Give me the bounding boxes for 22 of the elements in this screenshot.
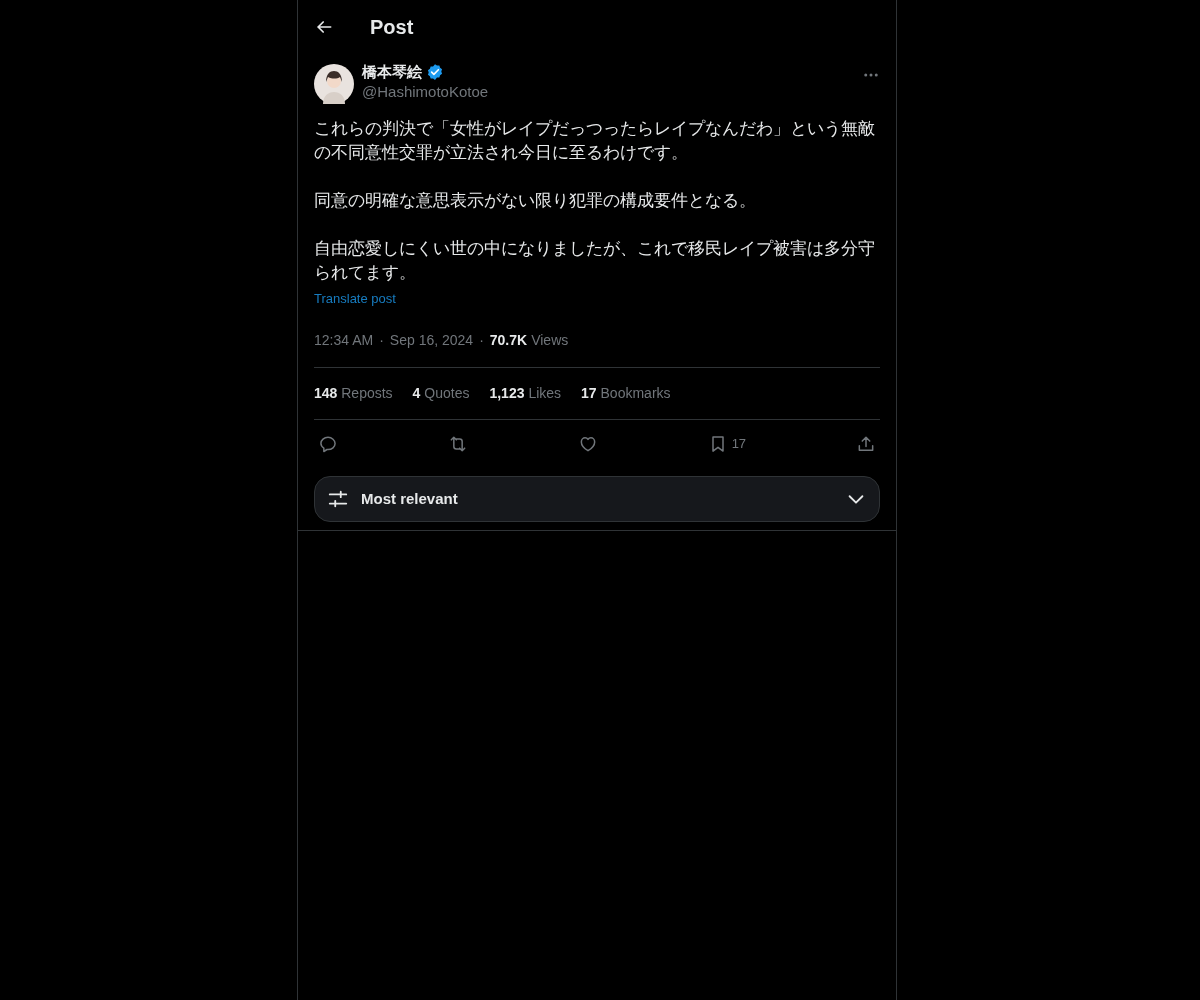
sort-dropdown[interactable]: Most relevant xyxy=(314,476,880,522)
avatar xyxy=(314,64,354,104)
engagement-stat[interactable]: 148 Reposts xyxy=(314,383,393,404)
post-time[interactable]: 12:34 AM xyxy=(314,330,374,351)
translate-link[interactable]: Translate post xyxy=(314,291,396,306)
views-count: 70.7K xyxy=(489,331,528,350)
post-text: 自由恋愛しにくい世の中になりましたが、これで移民レイプ被害は多分守られてます。 xyxy=(314,238,876,283)
speech-bubble-icon[interactable] xyxy=(318,434,338,454)
author-handle[interactable]: @HashimotoKotoe xyxy=(362,82,862,102)
post-text: 同意の明確な意思表示がない限り犯罪の構成要件となる。 xyxy=(314,190,757,211)
separator-dot: · xyxy=(378,331,385,350)
engagement-stat[interactable]: 1,123 Likes xyxy=(489,383,562,404)
separator-dot: · xyxy=(478,331,485,350)
action-count: 17 xyxy=(731,435,747,454)
views-label: Views xyxy=(531,331,569,350)
post-text: これらの判決で「女性がレイプだっつったらレイプなんだわ」という無敵の不同意性交罪が立法され今日に至るわけです。 xyxy=(314,118,876,163)
engagement-stat[interactable]: 4 Quotes xyxy=(412,383,470,404)
sliders-icon xyxy=(327,488,349,510)
author-name[interactable]: 橋本琴絵 xyxy=(362,62,422,82)
page-title: Post xyxy=(370,15,414,40)
post-date[interactable]: Sep 16, 2024 xyxy=(389,330,474,351)
engagement-stat[interactable]: 17 Bookmarks xyxy=(581,383,671,404)
